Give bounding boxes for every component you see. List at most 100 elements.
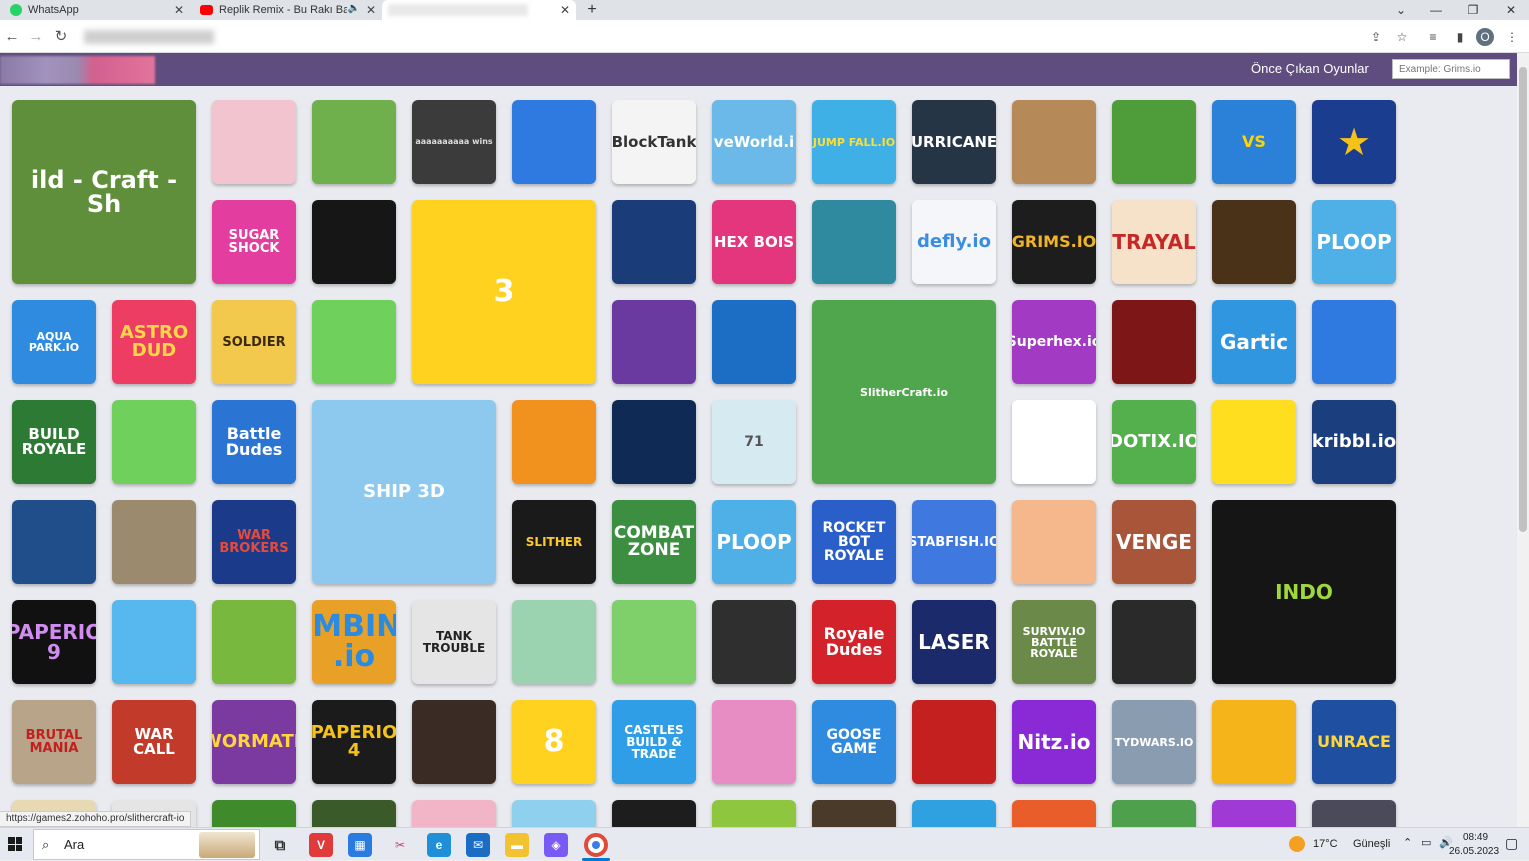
game-tile[interactable]: ASTRO DUD (112, 300, 196, 384)
side-panel-icon[interactable]: ▮ (1451, 28, 1469, 46)
network-icon[interactable]: ▭ (1421, 836, 1431, 849)
chrome-icon[interactable] (584, 833, 608, 857)
game-tile[interactable]: COMBAT ZONE (612, 500, 696, 584)
game-tile[interactable]: SLITHER (512, 500, 596, 584)
close-tab-icon[interactable]: ✕ (560, 3, 570, 17)
mail-icon[interactable]: ✉ (466, 833, 490, 857)
page-scrollbar[interactable] (1517, 53, 1529, 827)
clock-time[interactable]: 08:49 (1463, 832, 1488, 843)
weather-sun-icon[interactable] (1289, 836, 1305, 852)
menu-icon[interactable]: ⋮ (1503, 28, 1521, 46)
weather-text[interactable]: Güneşli (1353, 838, 1390, 850)
game-tile[interactable]: CRAZY BOSS (1212, 800, 1296, 827)
game-search-input[interactable] (1392, 59, 1510, 79)
game-tile[interactable]: URRICANE (912, 100, 996, 184)
game-tile[interactable]: DONUT.IO (412, 800, 496, 827)
game-tile[interactable] (212, 100, 296, 184)
game-tile[interactable] (612, 200, 696, 284)
game-tile[interactable]: TANK TROUBLE (412, 600, 496, 684)
game-tile[interactable]: aaaaaaaaaa wins (412, 100, 496, 184)
game-tile[interactable]: DUNON.IO (612, 800, 696, 827)
game-tile[interactable] (612, 600, 696, 684)
game-tile[interactable]: Battle Dudes (212, 400, 296, 484)
game-tile[interactable]: VENGE (1112, 500, 1196, 584)
game-tile[interactable] (1212, 400, 1296, 484)
game-tile[interactable] (1112, 600, 1196, 684)
game-tile[interactable]: VS (1212, 100, 1296, 184)
game-tile[interactable]: DOTIX.IO (1112, 400, 1196, 484)
game-tile[interactable]: PLOOP (1312, 200, 1396, 284)
game-tile[interactable] (412, 700, 496, 784)
game-tile[interactable]: GRIMS.IO (1012, 200, 1096, 284)
game-tile[interactable]: LITTLE BIG SNAKE (1112, 800, 1196, 827)
game-tile[interactable]: kribbl.io (1312, 400, 1396, 484)
game-tile[interactable] (112, 400, 196, 484)
new-tab-button[interactable]: + (582, 0, 602, 20)
game-tile[interactable]: ild - Craft - Sh (12, 100, 196, 284)
share-icon[interactable]: ⇪ (1367, 28, 1385, 46)
game-tile[interactable] (712, 600, 796, 684)
profile-avatar[interactable]: O (1476, 28, 1494, 46)
game-tile[interactable]: SOLDIER (212, 300, 296, 384)
game-tile[interactable] (512, 600, 596, 684)
game-tile[interactable] (1212, 200, 1296, 284)
game-tile[interactable] (1012, 400, 1096, 484)
game-tile[interactable]: PAPERIO 9 (12, 600, 96, 684)
game-tile[interactable]: AQUA PARK.IO (12, 300, 96, 384)
game-tile[interactable] (512, 800, 596, 827)
game-tile[interactable]: 8 (512, 700, 596, 784)
game-tile[interactable]: KINGDOM DEFENSE (212, 800, 296, 827)
game-tile[interactable] (212, 600, 296, 684)
close-tab-icon[interactable]: ✕ (366, 3, 376, 17)
game-tile[interactable] (312, 300, 396, 384)
game-tile[interactable]: BUILD ROYALE (12, 400, 96, 484)
reading-list-icon[interactable]: ≡ (1424, 28, 1442, 46)
back-icon[interactable]: ← (2, 26, 22, 46)
notification-icon[interactable]: ▢ (1505, 835, 1518, 852)
game-tile[interactable] (1112, 300, 1196, 384)
game-tile[interactable]: 71 (712, 400, 796, 484)
game-tile[interactable]: 3 (412, 200, 596, 384)
game-tile[interactable] (12, 500, 96, 584)
game-tile[interactable]: CASTLES BUILD & TRADE (612, 700, 696, 784)
game-tile[interactable]: TYDWARS.IO (1112, 700, 1196, 784)
game-tile[interactable]: INDO (1212, 500, 1396, 684)
game-tile[interactable]: TRAYAL (1112, 200, 1196, 284)
site-logo[interactable] (0, 56, 155, 84)
game-tile[interactable]: BRUTAL MANIA (12, 700, 96, 784)
game-tile[interactable] (1012, 500, 1096, 584)
windows-start-icon[interactable] (8, 837, 22, 851)
game-tile[interactable] (912, 700, 996, 784)
game-tile[interactable] (812, 200, 896, 284)
featured-games-link[interactable]: Önce Çıkan Oyunlar (1251, 61, 1369, 76)
game-tile[interactable] (812, 800, 896, 827)
game-tile[interactable]: LASER (912, 600, 996, 684)
game-tile[interactable]: defly.io (912, 200, 996, 284)
game-tile[interactable]: COMBINES .io (312, 600, 396, 684)
copilot-icon[interactable]: ◈ (544, 833, 568, 857)
game-tile[interactable]: Royale Dudes (812, 600, 896, 684)
game-tile[interactable]: SlitherCraft.io (812, 300, 996, 484)
game-tile[interactable]: UNRACE (1312, 700, 1396, 784)
game-tile[interactable] (1312, 300, 1396, 384)
game-tile[interactable] (712, 300, 796, 384)
game-tile[interactable] (612, 300, 696, 384)
game-tile[interactable] (1012, 800, 1096, 827)
game-tile[interactable]: HOLE.io (1312, 800, 1396, 827)
game-tile[interactable]: WORMATE (212, 700, 296, 784)
game-tile[interactable] (312, 200, 396, 284)
taskbar-search[interactable]: ⌕ Ara (33, 829, 260, 860)
game-tile[interactable] (512, 100, 596, 184)
tab-whatsapp[interactable]: WhatsApp ✕ (0, 0, 190, 20)
game-tile[interactable]: Superhex.io (1012, 300, 1096, 384)
restore-icon[interactable]: ❐ (1455, 0, 1491, 20)
game-tile[interactable] (312, 800, 396, 827)
game-tile[interactable]: BlockTank (612, 100, 696, 184)
folder-icon[interactable]: ▬ (505, 833, 529, 857)
snip-icon[interactable]: ✂ (388, 833, 412, 857)
clock-date[interactable]: 26.05.2023 (1449, 846, 1499, 857)
task-view-icon[interactable]: ⧉ (268, 833, 292, 857)
forward-icon[interactable]: → (26, 26, 46, 46)
game-tile[interactable]: ROCKET BOT ROYALE (812, 500, 896, 584)
edge-icon[interactable]: e (427, 833, 451, 857)
